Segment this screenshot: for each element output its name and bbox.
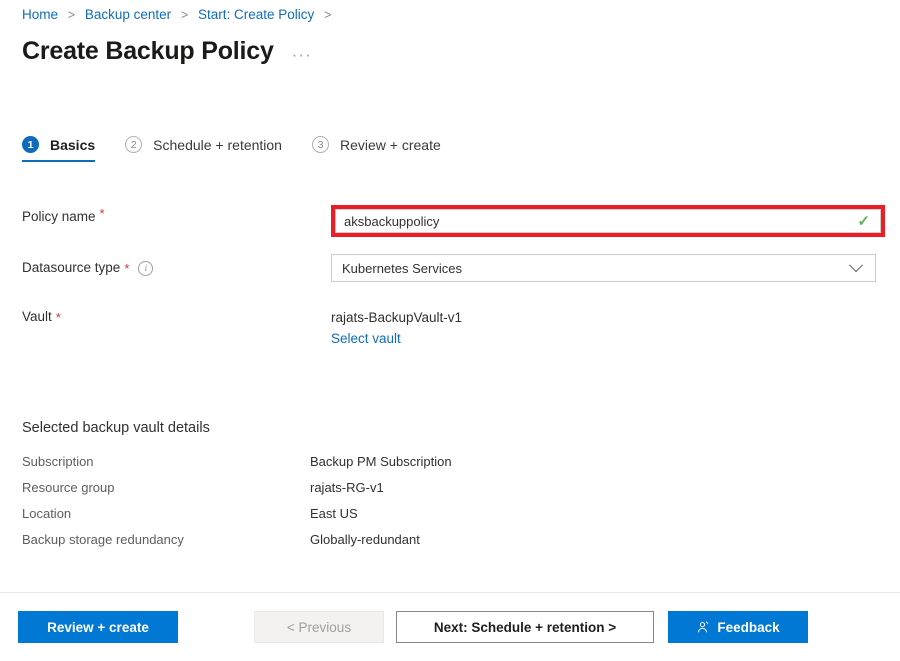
detail-row: Backup storage redundancy Globally-redun…: [0, 532, 900, 558]
datasource-type-label-text: Datasource type: [22, 260, 121, 275]
detail-key-resource-group: Resource group: [22, 480, 115, 495]
datasource-type-label: Datasource type * i: [0, 254, 310, 277]
required-asterisk: *: [124, 261, 130, 276]
policy-name-label-text: Policy name: [22, 209, 96, 224]
detail-value-resource-group: rajats-RG-v1: [310, 480, 384, 495]
breadcrumb-item-backup-center[interactable]: Backup center: [85, 7, 171, 22]
previous-button: < Previous: [254, 611, 384, 643]
policy-name-input[interactable]: aksbackuppolicy ✓: [335, 209, 881, 233]
detail-row: Location East US: [0, 506, 900, 532]
field-datasource-type: Datasource type * i Kubernetes Services: [0, 254, 900, 300]
tab-badge-1: 1: [22, 136, 39, 153]
wizard-footer: Review + create < Previous Next: Schedul…: [0, 593, 900, 661]
tab-review-create[interactable]: 3 Review + create: [311, 136, 441, 162]
detail-key-location: Location: [22, 506, 72, 521]
policy-name-value: aksbackuppolicy: [344, 213, 440, 229]
feedback-button[interactable]: Feedback: [668, 611, 808, 643]
breadcrumb-item-home[interactable]: Home: [22, 7, 58, 22]
detail-key-backup-storage-redundancy: Backup storage redundancy: [22, 532, 184, 547]
vault-label: Vault *: [0, 308, 310, 326]
vault-label-text: Vault: [22, 309, 52, 324]
detail-key-subscription: Subscription: [22, 454, 94, 469]
breadcrumb-separator: >: [180, 8, 189, 22]
tab-label-schedule-retention: Schedule + retention: [153, 136, 282, 153]
detail-value-location: East US: [310, 506, 358, 521]
tab-basics[interactable]: 1 Basics: [22, 136, 96, 162]
vault-details-heading: Selected backup vault details: [22, 420, 210, 436]
check-icon: ✓: [857, 212, 870, 230]
detail-row: Subscription Backup PM Subscription: [0, 454, 900, 480]
field-policy-name: Policy name * aksbackuppolicy ✓: [0, 200, 900, 246]
tab-label-review-create: Review + create: [339, 136, 441, 153]
datasource-type-value: Kubernetes Services: [342, 260, 462, 276]
review-create-button[interactable]: Review + create: [18, 611, 178, 643]
required-asterisk: *: [55, 310, 61, 325]
wizard-tabs: 1 Basics 2 Schedule + retention 3 Review…: [22, 136, 471, 162]
field-vault: Vault * rajats-BackupVault-v1 Select vau…: [0, 308, 900, 346]
detail-row: Resource group rajats-RG-v1: [0, 480, 900, 506]
detail-value-subscription: Backup PM Subscription: [310, 454, 452, 469]
chevron-down-icon: [848, 258, 864, 273]
next-button[interactable]: Next: Schedule + retention >: [396, 611, 654, 643]
more-options-icon[interactable]: ···: [292, 46, 312, 63]
detail-value-backup-storage-redundancy: Globally-redundant: [310, 532, 420, 547]
policy-name-label: Policy name *: [0, 200, 310, 226]
breadcrumb: Home > Backup center > Start: Create Pol…: [22, 6, 337, 24]
tab-badge-3: 3: [311, 136, 329, 153]
info-icon[interactable]: i: [138, 260, 154, 276]
page-header: Create Backup Policy ···: [22, 36, 312, 66]
tab-label-basics: Basics: [50, 136, 96, 153]
breadcrumb-item-start-create-policy[interactable]: Start: Create Policy: [198, 7, 314, 22]
vault-value-group: rajats-BackupVault-v1 Select vault: [331, 308, 462, 349]
selected-vault-details: Selected backup vault details Subscripti…: [0, 420, 900, 558]
page-title: Create Backup Policy: [22, 37, 274, 65]
tab-badge-2: 2: [125, 136, 143, 153]
feedback-person-icon: [696, 621, 709, 634]
tab-schedule-retention[interactable]: 2 Schedule + retention: [125, 136, 282, 162]
feedback-label: Feedback: [717, 619, 780, 635]
breadcrumb-separator: >: [324, 8, 332, 22]
breadcrumb-separator: >: [67, 8, 76, 22]
select-vault-link[interactable]: Select vault: [331, 328, 401, 349]
datasource-type-dropdown[interactable]: Kubernetes Services: [331, 254, 876, 282]
basics-form: Policy name * aksbackuppolicy ✓ Datasour…: [0, 200, 900, 346]
vault-name: rajats-BackupVault-v1: [331, 310, 463, 325]
required-asterisk: *: [99, 206, 105, 221]
